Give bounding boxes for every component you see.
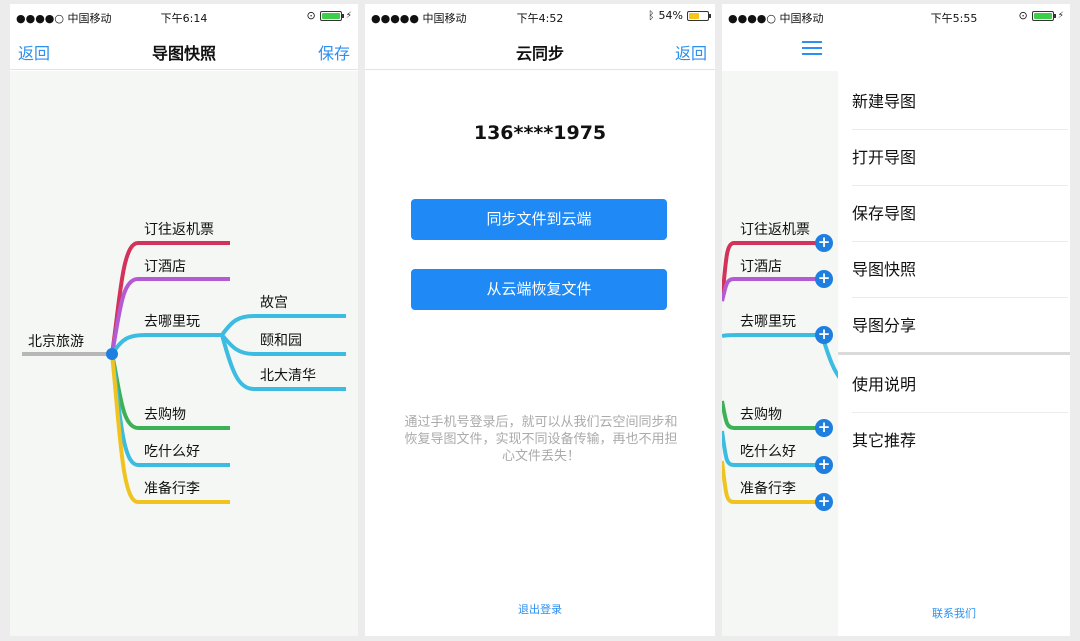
mindmap-sub-node[interactable]: 颐和园 — [260, 330, 302, 350]
mindmap-branch-node[interactable]: 去购物 — [144, 404, 186, 424]
mindmap-branch-node[interactable]: 订酒店 — [740, 256, 782, 276]
menu-icon[interactable] — [802, 41, 822, 59]
status-bar: ●●●●○ 中国移动 下午5:55 ⊙ ⚡ — [722, 4, 1070, 26]
add-node-icon[interactable]: + — [815, 270, 833, 288]
charging-icon: ⚡ — [345, 10, 352, 21]
menu-item-open[interactable]: 打开导图 — [852, 130, 1068, 186]
mindmap-sub-node[interactable]: 北大清华 — [260, 365, 316, 385]
battery-icon — [687, 10, 711, 21]
mindmap-branch-node[interactable]: 吃什么好 — [740, 441, 796, 461]
rotation-lock-icon: ⊙ — [306, 9, 316, 22]
nav-bar: 云同步 返回 — [365, 30, 715, 70]
add-node-icon[interactable]: + — [815, 326, 833, 344]
mindmap-snapshot-screen: ●●●●○ 中国移动 下午6:14 ⊙ ⚡ 返回 导图快照 保存 北京旅游 订往… — [10, 4, 358, 636]
page-title: 云同步 — [515, 44, 564, 63]
menu-item-save[interactable]: 保存导图 — [852, 186, 1068, 242]
mindmap-branch-node[interactable]: 订酒店 — [144, 256, 186, 276]
mindmap-lines-partial — [722, 241, 842, 504]
menu-item-help[interactable]: 使用说明 — [852, 357, 1068, 413]
root-knot — [106, 348, 118, 360]
logout-link[interactable]: 退出登录 — [365, 601, 715, 617]
mindmap-branch-node[interactable]: 准备行李 — [740, 478, 796, 498]
mindmap-branch-node[interactable]: 去哪里玩 — [740, 311, 796, 331]
sync-to-cloud-button[interactable]: 同步文件到云端 — [411, 199, 667, 240]
add-node-icon[interactable]: + — [815, 419, 833, 437]
battery-icon — [1031, 10, 1056, 21]
save-button[interactable]: 保存 — [318, 40, 350, 64]
add-node-icon[interactable]: + — [815, 456, 833, 474]
mindmap-branch-node[interactable]: 去哪里玩 — [144, 311, 200, 331]
back-button[interactable]: 返回 — [675, 40, 707, 64]
status-bar: ●●●●● 中国移动 下午4:52 ᛒ 54% — [365, 4, 715, 26]
side-menu-screen: 订往返机票 订酒店 去哪里玩 去购物 吃什么好 准备行李 + + + + + +… — [722, 4, 1070, 636]
add-node-icon[interactable]: + — [815, 493, 833, 511]
mindmap-branch-node[interactable]: 订往返机票 — [144, 219, 214, 239]
mindmap-branch-node[interactable]: 吃什么好 — [144, 441, 200, 461]
battery-icon — [319, 10, 344, 21]
menu-item-recommend[interactable]: 其它推荐 — [852, 413, 1068, 469]
menu-item-new[interactable]: 新建导图 — [852, 74, 1068, 130]
page-title: 导图快照 — [151, 44, 216, 63]
menu-divider — [838, 352, 1070, 355]
menu-item-share[interactable]: 导图分享 — [852, 298, 1068, 354]
charging-icon: ⚡ — [1057, 10, 1064, 21]
mindmap-lines — [22, 241, 346, 504]
mindmap-root-node[interactable]: 北京旅游 — [28, 331, 84, 351]
branch-line-3 — [110, 333, 222, 356]
mindmap-sub-node[interactable]: 故宫 — [260, 292, 288, 312]
mindmap-canvas-partial[interactable]: 订往返机票 订酒店 去哪里玩 去购物 吃什么好 准备行李 + + + + + + — [722, 71, 842, 636]
sync-description: 通过手机号登录后，就可以从我们云空间同步和恢复导图文件，实现不同设备传输，再也不… — [404, 415, 678, 464]
mindmap-branch-node[interactable]: 去购物 — [740, 404, 782, 424]
contact-us-link[interactable]: 联系我们 — [838, 605, 1070, 621]
mindmap-branch-node[interactable]: 订往返机票 — [740, 219, 810, 239]
cloud-sync-screen: ●●●●● 中国移动 下午4:52 ᛒ 54% 云同步 返回 136****19… — [365, 4, 715, 636]
bluetooth-icon: ᛒ — [647, 9, 655, 22]
menu-item-snapshot[interactable]: 导图快照 — [852, 242, 1068, 298]
mindmap-canvas[interactable]: 北京旅游 订往返机票 订酒店 去哪里玩 去购物 吃什么好 准备行李 故宫 颐和园… — [10, 71, 358, 636]
side-menu: 新建导图 打开导图 保存导图 导图快照 导图分享 使用说明 其它推荐 联系我们 — [838, 34, 1070, 636]
phone-number: 136****1975 — [473, 122, 607, 144]
carrier-signal: ●●●●○ 中国移动 — [728, 12, 824, 25]
battery-percent: 54% — [658, 9, 683, 22]
add-node-icon[interactable]: + — [815, 234, 833, 252]
nav-bar: 返回 导图快照 保存 — [10, 30, 358, 70]
rotation-lock-icon: ⊙ — [1018, 9, 1028, 22]
restore-from-cloud-button[interactable]: 从云端恢复文件 — [411, 269, 667, 310]
mindmap-branch-node[interactable]: 准备行李 — [144, 478, 200, 498]
status-bar: ●●●●○ 中国移动 下午6:14 ⊙ ⚡ — [10, 4, 358, 26]
